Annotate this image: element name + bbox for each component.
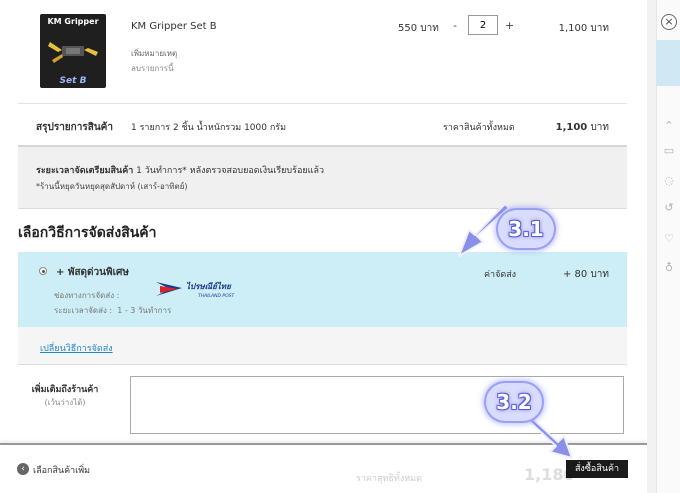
logo-text: ไปรษณีย์ไทย [186,281,232,291]
preparation-notice: ระยะเวลาจัดเตรียมสินค้า 1 วันทำการ* หลัง… [18,147,627,209]
shipping-fee-label: ค่าจัดส่ง [484,270,517,280]
logo-subtext: THAILAND POST [198,293,235,299]
change-shipping-row: เปลี่ยนวิธีการจัดส่ง [18,327,627,365]
duration-label: ระยะเวลาจัดส่ง : [54,306,113,315]
heart-icon: ♡ [664,232,674,245]
place-order-button[interactable]: สั่งซื้อสินค้า [566,460,628,478]
add-note-link[interactable]: เพิ่มหมายเหตุ [131,47,177,60]
gripper-image [48,42,98,63]
continue-shopping-label: เลือกสินค้าเพิ่ม [33,466,91,476]
notes-label: เพิ่มเติมถึงร้านค้า [31,385,99,395]
summary-detail: 1 รายการ 2 ชิ้น น้ำหนักรวม 1000 กรัม [131,123,287,133]
preparation-text: 1 วันทำการ* หลังตรวจสอบยอดเงินเรียบร้อยแ… [136,166,325,176]
summary-label: สรุปรายการสินค้า [36,122,113,133]
quantity-input[interactable] [468,15,498,35]
total-value: 1,100 บาท [556,120,609,135]
annotation-arrow-2 [529,417,573,459]
shipping-section-title: เลือกวิธีการจัดส่งสินค้า [18,225,157,241]
close-icon[interactable]: × [661,14,677,30]
remove-item-link[interactable]: ลบรายการนี้ [131,62,174,75]
product-name[interactable]: KM Gripper Set B [131,21,217,32]
total-label: ราคาสินค้าทั้งหมด [443,123,515,133]
shipping-option[interactable]: + พัสดุด่วนพิเศษ ไปรษณีย์ไทย THAILAND PO… [18,252,627,327]
shipping-fee: + 80 บาท [562,269,609,280]
shipping-channel-label: ช่องทางการจัดส่ง : [54,291,120,300]
duration-value: 1 - 3 วันทำการ [117,306,172,315]
history-icon: ↺ [664,201,674,214]
increase-quantity-button[interactable]: + [505,19,514,32]
step-badge-3-1: 3.1 [498,210,554,248]
unit-price: 550 บาท [398,23,439,34]
chevron-left-icon: ‹ [17,463,29,475]
preparation-label: ระยะเวลาจัดเตรียมสินค้า [36,166,134,176]
change-shipping-link[interactable]: เปลี่ยนวิธีการจัดส่ง [40,341,113,355]
user-icon: ♁ [664,261,674,274]
shipping-radio[interactable] [39,267,47,275]
notes-sublabel: (เว้นว่างได้) [44,398,86,407]
decrease-quantity-button[interactable]: - [453,19,457,32]
thailand-post-logo: ไปรษณีย์ไทย THAILAND POST [156,281,235,299]
chevron-up-icon: ⌃ [664,119,674,132]
shipping-option-name: + พัสดุด่วนพิเศษ [56,267,129,278]
step-badge-3-2: 3.2 [486,383,542,421]
cart-item-row: KM Gripper Set B KM Gripper Set B เพิ่มห… [18,0,627,104]
thumbnail-title: KM Gripper [47,17,99,26]
weekend-note: *ร้านนี้หยุดวันหยุดสุดสัปดาห์ (เสาร์-อาท… [36,182,188,191]
order-summary: สรุปรายการสินค้า 1 รายการ 2 ชิ้น น้ำหนัก… [18,104,627,147]
background-banner [656,40,680,86]
thumbnail-label: Set B [59,76,87,86]
net-total-label: ราคาสุทธิทั้งหมด [356,474,422,484]
total-amount: 1,100 [555,122,588,133]
preparation-time: ระยะเวลาจัดเตรียมสินค้า 1 วันทำการ* หลัง… [36,163,324,177]
chat-icon: ◌ [664,174,674,187]
shipping-duration: ระยะเวลาจัดส่ง : 1 - 3 วันทำการ [54,304,171,317]
line-total: 1,100 บาท [558,23,609,34]
bag-icon: ▭ [663,144,675,157]
product-thumbnail[interactable]: KM Gripper Set B [40,14,106,88]
total-unit: บาท [590,122,609,133]
